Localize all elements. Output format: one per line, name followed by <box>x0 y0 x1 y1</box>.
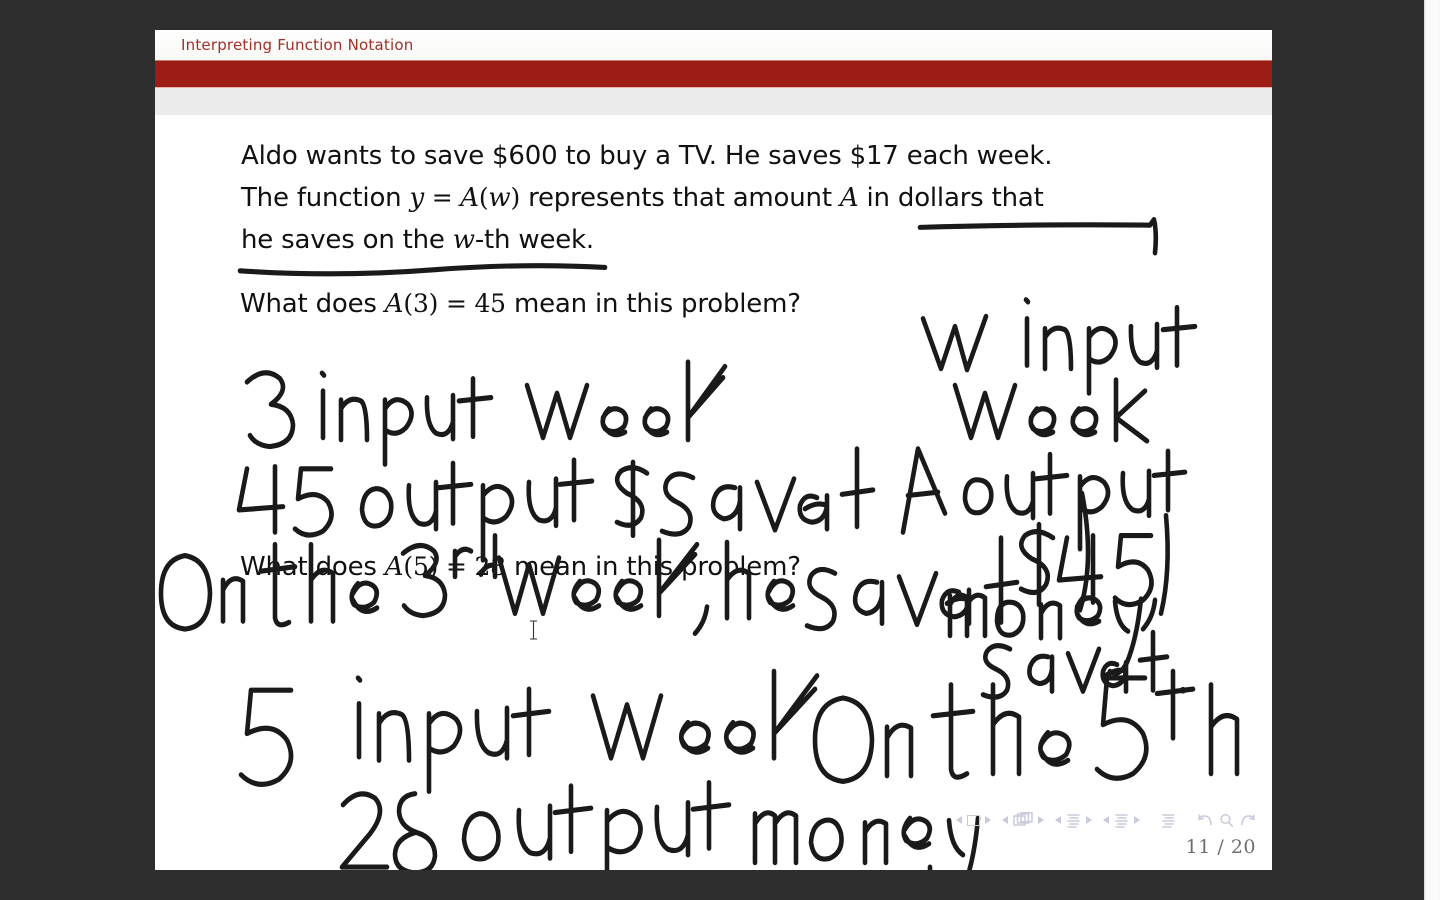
slide-title-bar: Interpreting Function Notation <box>155 30 1272 60</box>
problem-statement-line-2: The function y = A(w) represents that am… <box>241 183 1044 213</box>
math-variable-y: y <box>409 183 425 213</box>
math-paren-close: ) <box>428 552 439 581</box>
question-2: What does A(5) = 28 mean in this problem… <box>240 552 801 582</box>
problem-text: in dollars that <box>858 183 1044 213</box>
slide-icon[interactable] <box>967 814 980 826</box>
math-paren-close: ) <box>510 183 521 212</box>
scrollbar-thumb[interactable] <box>1427 0 1438 900</box>
prev-frame-icon[interactable] <box>1002 816 1008 824</box>
prev-section-icon[interactable] <box>1103 816 1109 824</box>
math-argument: 3 <box>412 289 429 318</box>
subsection-navigation-group[interactable] <box>1055 813 1092 828</box>
math-value: 45 <box>474 289 506 318</box>
frame-icon[interactable] <box>1013 812 1033 828</box>
history-navigation-group[interactable] <box>1197 813 1256 828</box>
prev-slide-icon[interactable] <box>956 816 962 824</box>
frame-navigation-group[interactable] <box>1002 812 1044 828</box>
header-gray-strip <box>155 88 1272 115</box>
section-icon[interactable] <box>1114 813 1129 828</box>
problem-text: The function <box>241 183 410 213</box>
question-text: mean in this problem? <box>505 552 801 582</box>
math-function-A: A <box>384 289 404 319</box>
math-argument: 5 <box>412 552 429 581</box>
problem-text: represents that amount <box>520 183 840 213</box>
math-paren-open: ( <box>403 289 413 318</box>
math-variable-w: w <box>488 183 511 213</box>
problem-statement-line-3: he saves on the w-th week. <box>241 225 594 255</box>
page-counter: 11 / 20 <box>1185 836 1256 858</box>
slide-content: Aldo wants to save $600 to buy a TV. He … <box>155 115 1272 870</box>
next-slide-icon[interactable] <box>985 816 991 824</box>
math-variable-w: w <box>452 225 475 255</box>
question-text: What does <box>240 289 385 319</box>
math-value: 28 <box>474 552 506 581</box>
next-subsection-icon[interactable] <box>1086 816 1092 824</box>
math-equals: = <box>438 289 475 318</box>
math-function-A: A <box>839 183 859 213</box>
problem-text: -th week. <box>474 225 594 255</box>
presentation-icon[interactable] <box>1161 813 1176 828</box>
math-paren-close: ) <box>428 289 439 318</box>
subsection-icon[interactable] <box>1066 813 1081 828</box>
math-paren-open: ( <box>403 552 413 581</box>
slide-canvas[interactable]: Interpreting Function Notation Aldo want… <box>155 30 1272 870</box>
problem-text: Aldo wants to save $600 to buy a TV. He … <box>241 141 1053 171</box>
beamer-navigation-bar[interactable] <box>956 812 1256 828</box>
prev-subsection-icon[interactable] <box>1055 816 1061 824</box>
question-text: What does <box>240 552 385 582</box>
question-1: What does A(3) = 45 mean in this problem… <box>240 289 801 319</box>
math-function-A: A <box>460 183 479 213</box>
math-equals: = <box>424 183 461 212</box>
search-icon[interactable] <box>1219 813 1234 828</box>
next-section-icon[interactable] <box>1134 816 1140 824</box>
forward-icon[interactable] <box>1239 813 1256 828</box>
slide-navigation-group[interactable] <box>956 814 991 826</box>
math-paren-open: ( <box>478 183 489 212</box>
header-accent-bar <box>155 60 1272 88</box>
problem-statement-line-1: Aldo wants to save $600 to buy a TV. He … <box>241 141 1052 171</box>
presentation-viewer: Interpreting Function Notation Aldo want… <box>0 0 1440 900</box>
back-icon[interactable] <box>1197 813 1214 828</box>
section-navigation-group[interactable] <box>1103 813 1140 828</box>
page-title: Interpreting Function Notation <box>181 36 414 54</box>
next-frame-icon[interactable] <box>1038 816 1044 824</box>
problem-text: he saves on the <box>241 225 453 255</box>
math-equals: = <box>438 552 475 581</box>
vertical-scrollbar[interactable] <box>1424 0 1440 900</box>
text-cursor-icon <box>530 620 537 640</box>
question-text: mean in this problem? <box>505 289 801 319</box>
math-function-A: A <box>384 552 404 582</box>
